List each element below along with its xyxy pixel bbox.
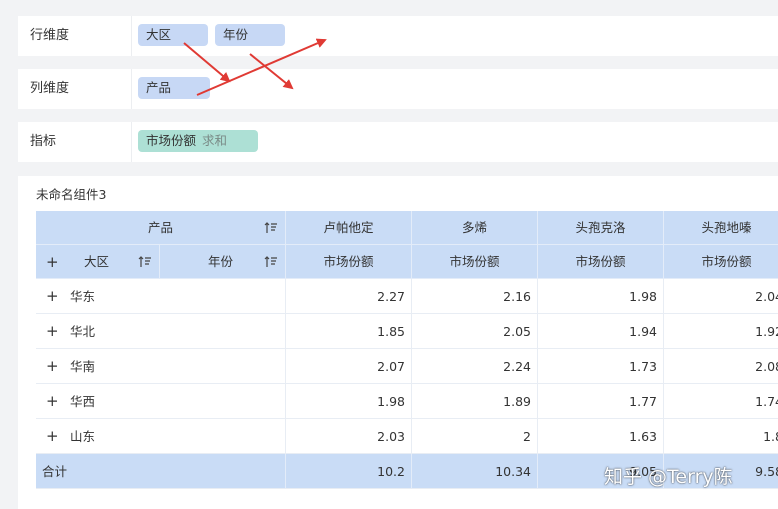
total-label: 合计 xyxy=(36,454,286,489)
table-cell: 2.07 xyxy=(286,349,412,384)
header-product: 产品 xyxy=(36,211,286,245)
plus-icon[interactable]: + xyxy=(46,279,59,314)
sort-icon[interactable] xyxy=(138,256,152,268)
table-cell: 2.08 xyxy=(664,349,778,384)
metric-panel: 指标 市场份额 求和 xyxy=(18,122,778,162)
plus-icon[interactable]: + xyxy=(46,419,59,454)
region-label: 华东 xyxy=(70,289,96,304)
total-cell: 10.2 xyxy=(286,454,412,489)
row-header: + 山东 xyxy=(36,419,286,454)
table-cell: 2.27 xyxy=(286,279,412,314)
watermark: 知乎 @Terry陈 xyxy=(604,466,733,488)
header-metric-4: 市场份额 xyxy=(664,245,778,279)
header-product-1: 卢帕他定 xyxy=(286,211,412,245)
plus-icon[interactable]: + xyxy=(46,314,59,349)
metric-chip-market-share[interactable]: 市场份额 求和 xyxy=(138,130,258,152)
plus-icon[interactable]: + xyxy=(46,384,59,419)
region-label: 山东 xyxy=(70,429,96,444)
table-cell: 1.94 xyxy=(538,314,664,349)
header-product-label: 产品 xyxy=(147,220,173,235)
row-dimension-panel: 行维度 大区 年份 xyxy=(18,16,778,56)
table-cell: 1.73 xyxy=(538,349,664,384)
column-chip-product[interactable]: 产品 xyxy=(138,77,210,99)
table-cell: 2 xyxy=(412,419,538,454)
table-cell: 1.98 xyxy=(538,279,664,314)
column-dimension-label: 列维度 xyxy=(18,69,132,109)
card-title: 未命名组件3 xyxy=(36,187,107,202)
header-product-4: 头孢地嗪 xyxy=(664,211,778,245)
table-cell: 2.24 xyxy=(412,349,538,384)
region-label: 华南 xyxy=(70,359,96,374)
plus-icon[interactable]: + xyxy=(46,349,59,384)
row-chip-region[interactable]: 大区 xyxy=(138,24,208,46)
metric-chip-name: 市场份额 xyxy=(146,133,197,148)
table-cell: 2.05 xyxy=(412,314,538,349)
row-chip-year[interactable]: 年份 xyxy=(215,24,285,46)
row-header: + 华南 xyxy=(36,349,286,384)
header-metric-1: 市场份额 xyxy=(286,245,412,279)
header-region-label: 大区 xyxy=(84,254,110,269)
header-product-2: 多烯 xyxy=(412,211,538,245)
header-metric-2: 市场份额 xyxy=(412,245,538,279)
column-dimension-panel: 列维度 产品 xyxy=(18,69,778,109)
table-cell: 1.98 xyxy=(286,384,412,419)
header-product-3: 头孢克洛 xyxy=(538,211,664,245)
table-cell: 2.16 xyxy=(412,279,538,314)
metric-chip-agg: 求和 xyxy=(202,133,228,148)
header-metric-3: 市场份额 xyxy=(538,245,664,279)
metric-label: 指标 xyxy=(18,122,132,162)
table-cell: 2.03 xyxy=(286,419,412,454)
header-year: 年份 xyxy=(160,245,286,279)
row-header: + 华东 xyxy=(36,279,286,314)
table-cell: 1.77 xyxy=(538,384,664,419)
table-cell: 1.89 xyxy=(412,384,538,419)
row-dimension-label: 行维度 xyxy=(18,16,132,56)
table-cell: 1.63 xyxy=(538,419,664,454)
region-label: 华西 xyxy=(70,394,96,409)
table-cell: 1.92 xyxy=(664,314,778,349)
pivot-card: 未命名组件3 产品 卢帕他定 多烯 头孢克洛 头孢地嗪 + 大区 年份 市场份额… xyxy=(18,176,778,509)
table-cell: 2.04 xyxy=(664,279,778,314)
row-header: + 华北 xyxy=(36,314,286,349)
table-cell: 1.8 xyxy=(664,419,778,454)
header-region: + 大区 xyxy=(36,245,160,279)
table-cell: 1.74 xyxy=(664,384,778,419)
row-header: + 华西 xyxy=(36,384,286,419)
table-cell: 1.85 xyxy=(286,314,412,349)
plus-icon[interactable]: + xyxy=(46,245,59,279)
header-year-label: 年份 xyxy=(208,254,234,269)
sort-icon[interactable] xyxy=(264,222,278,234)
total-cell: 10.34 xyxy=(412,454,538,489)
region-label: 华北 xyxy=(70,324,96,339)
sort-icon[interactable] xyxy=(264,256,278,268)
